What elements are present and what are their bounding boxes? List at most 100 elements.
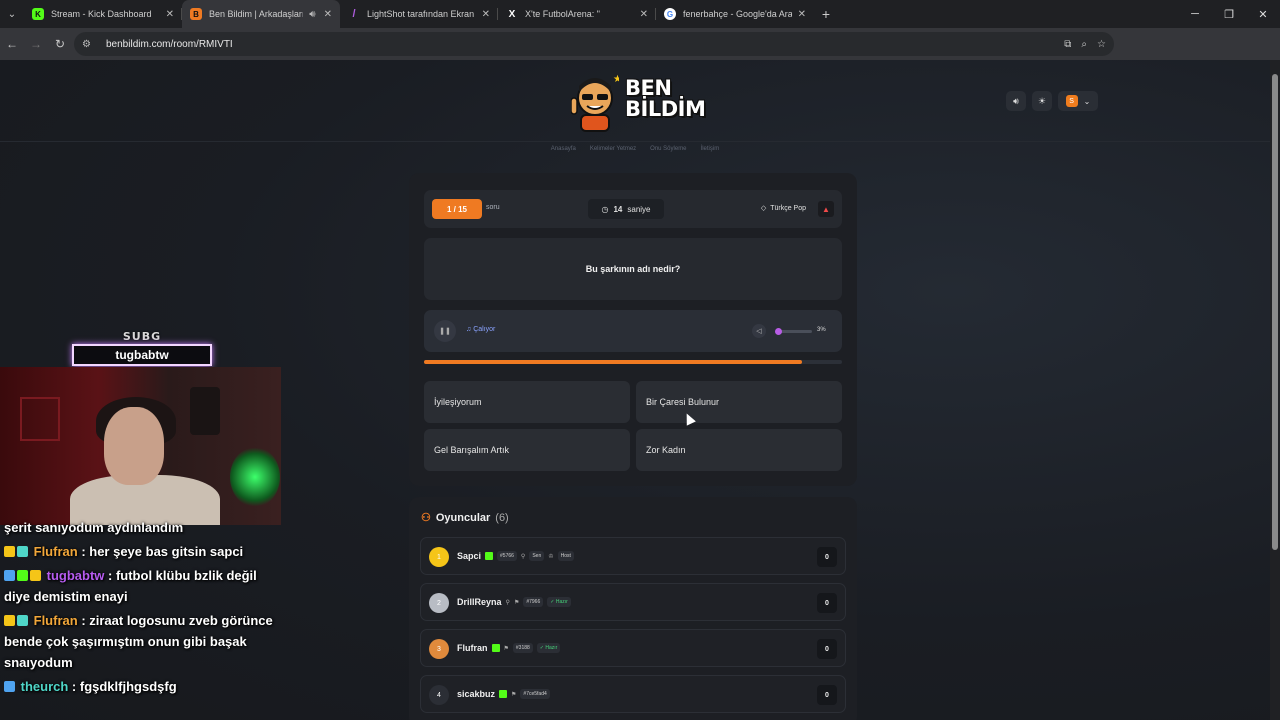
pin-icon: ⚑ <box>503 645 509 652</box>
zoom-icon[interactable]: ⌕ <box>1081 39 1087 50</box>
tab-title: LightShot tarafından Ekran Gör <box>367 9 476 19</box>
address-bar[interactable]: ⚙ benbildim.com/room/RMIVTI ⧉ ⌕ ☆ <box>74 32 1114 56</box>
close-tab-icon[interactable]: ✕ <box>798 9 806 20</box>
rank-badge: 3 <box>429 639 449 659</box>
nav-link-kelimeler-yetmez[interactable]: Kelimeler Yetmez <box>590 146 636 152</box>
chat-message: tugbabtw : futbol klübu bzlik değil diye… <box>4 565 281 607</box>
song-progress-fill <box>424 360 803 364</box>
reload-icon[interactable]: ↻ <box>48 28 72 60</box>
player-tag: Host <box>557 551 574 561</box>
report-button[interactable]: ▲ <box>818 201 834 217</box>
chat-text: şerit sanıyodum aydınlandım <box>4 520 184 535</box>
restore-icon[interactable]: ❐ <box>1212 0 1246 28</box>
ready-badge: ✓ Hazır <box>536 643 561 653</box>
install-app-icon[interactable]: ⧉ <box>1064 39 1071 50</box>
close-window-icon[interactable]: ✕ <box>1246 0 1280 28</box>
logo-line-2: BİLDİM <box>625 97 706 121</box>
rank-badge: 1 <box>429 547 449 567</box>
chat-text: : futbol klübu bzlik değil diye demistim… <box>4 568 257 604</box>
pause-button[interactable]: ❚❚ <box>434 320 456 342</box>
page-scrollbar[interactable] <box>1270 60 1280 720</box>
tab-search-chevron-icon[interactable]: ⌄ <box>0 0 24 28</box>
question-info-bar: 1 / 15 soru ◷ 14 saniye ◇ Türkçe Pop ▲ <box>424 190 842 228</box>
player-id: #5766 <box>497 551 517 561</box>
close-tab-icon[interactable]: ✕ <box>166 9 174 20</box>
window-controls: ─ ❐ ✕ <box>1178 0 1280 28</box>
answer-option[interactable]: Zor Kadın <box>636 429 842 471</box>
answer-option[interactable]: Bir Çaresi Bulunur <box>636 381 842 423</box>
chat-text: : fgşdklfjhgsdşfg <box>71 679 177 694</box>
browser-tab-bar: ⌄ K Stream - Kick Dashboard ✕ B Ben Bild… <box>0 0 1280 28</box>
benbildim-favicon-icon: B <box>190 8 202 20</box>
kick-icon <box>485 552 494 560</box>
forward-arrow-icon[interactable]: → <box>24 28 48 60</box>
browser-tab[interactable]: G fenerbahçe - Google'da Ara ✕ <box>656 0 814 28</box>
site-header: ★ BEN BİLDİM 🔊︎ ☀ S ⌄ <box>0 60 1270 142</box>
theme-toggle-button[interactable]: ☀ <box>1032 91 1052 111</box>
volume-icon[interactable]: ◁ <box>752 324 766 338</box>
kick-favicon-icon: K <box>32 8 44 20</box>
timer-unit: saniye <box>627 204 651 214</box>
new-tab-button[interactable]: + <box>814 6 838 22</box>
browser-tab[interactable]: / LightShot tarafından Ekran Gör ✕ <box>340 0 498 28</box>
player-name: sicakbuz <box>457 689 496 699</box>
ready-badge-text: Hazır <box>555 599 568 605</box>
chat-badge-icon <box>17 570 28 581</box>
site-nav: Anasayfa Kelimeler Yetmez Onu Söyleme İl… <box>0 146 1270 152</box>
chat-username: Flufran <box>33 544 78 559</box>
player-status-text: Çalıyor <box>473 326 496 333</box>
green-light <box>230 447 280 507</box>
answer-option[interactable]: İyileşiyorum <box>424 381 630 423</box>
answer-option[interactable]: Gel Barışalım Artık <box>424 429 630 471</box>
player-tag: Sen <box>529 551 545 561</box>
question-word-label: soru <box>486 204 500 211</box>
player-row[interactable]: 4 sicakbuz ⚑ #7ce5fad4 0 <box>420 675 846 713</box>
close-tab-icon[interactable]: ✕ <box>640 9 648 20</box>
avatar: S <box>1065 95 1078 107</box>
chat-badge-icon <box>17 615 28 626</box>
chat-badge-icon <box>17 546 28 557</box>
volume-slider-handle[interactable] <box>775 328 783 335</box>
player-row[interactable]: 2 DrillReyna ⚲ ⚑ #7966 ✓ Hazır 0 <box>420 583 846 621</box>
minimize-icon[interactable]: ─ <box>1178 0 1212 28</box>
player-row[interactable]: 3 Flufran ⚑ #3188 ✓ Hazır 0 <box>420 629 846 667</box>
site-info-icon[interactable]: ⚙ <box>82 39 96 50</box>
browser-tab-active[interactable]: B Ben Bildim | Arkadaşlarınla 🔊︎ ✕ <box>182 0 340 28</box>
players-title: ⚇ Oyuncular (6) <box>421 511 509 525</box>
nav-link-contact[interactable]: İletişim <box>701 146 720 152</box>
pause-icon: ❚❚ <box>439 328 451 335</box>
browser-tab[interactable]: K Stream - Kick Dashboard ✕ <box>24 0 182 28</box>
kick-icon <box>499 690 508 698</box>
chevron-down-icon: ⌄ <box>1083 96 1091 106</box>
nav-link-home[interactable]: Anasayfa <box>551 146 576 152</box>
benbildim-logo[interactable]: ★ BEN BİLDİM <box>567 68 706 136</box>
browser-tab[interactable]: X X'te FutbolArena: " ✕ <box>498 0 656 28</box>
nav-link-onu-soyleme[interactable]: Onu Söyleme <box>650 146 686 152</box>
speaker-icon[interactable]: 🔊︎ <box>309 9 315 20</box>
tag-icon: ◇ <box>760 205 767 212</box>
speaker-icon: 🔊︎ <box>1013 95 1019 106</box>
player-score: 0 <box>817 593 837 613</box>
profile-menu-button[interactable]: S ⌄ <box>1058 91 1098 111</box>
close-tab-icon[interactable]: ✕ <box>324 9 332 20</box>
timer-value: 14 <box>613 204 623 214</box>
ready-badge-text: Hazır <box>545 645 558 651</box>
players-title-text: Oyuncular <box>435 511 491 524</box>
header-actions: 🔊︎ ☀ S ⌄ <box>1006 91 1098 111</box>
tab-title: Ben Bildim | Arkadaşlarınla <box>209 9 303 19</box>
sound-toggle-button[interactable]: 🔊︎ <box>1006 91 1026 111</box>
scrollbar-thumb[interactable] <box>1272 74 1278 550</box>
url-text[interactable]: benbildim.com/room/RMIVTI <box>106 39 233 50</box>
hanging-shirt <box>190 387 220 435</box>
chat-badge-icon <box>30 570 41 581</box>
back-arrow-icon[interactable]: ← <box>0 28 24 60</box>
bookmark-star-icon[interactable]: ☆ <box>1097 39 1106 50</box>
close-tab-icon[interactable]: ✕ <box>482 9 490 20</box>
player-row[interactable]: 1 Sapci #5766 ⚲ Sen ♔ Host 0 <box>420 537 846 575</box>
tab-title: Stream - Kick Dashboard <box>51 9 152 19</box>
volume-slider[interactable] <box>775 328 812 335</box>
pin-icon: ⚑ <box>511 691 517 698</box>
sub-goal-overlay: SUBG tugbabtw <box>72 330 212 366</box>
category-text: Türkçe Pop <box>770 204 806 212</box>
game-card: 1 / 15 soru ◷ 14 saniye ◇ Türkçe Pop ▲ B… <box>409 173 857 486</box>
